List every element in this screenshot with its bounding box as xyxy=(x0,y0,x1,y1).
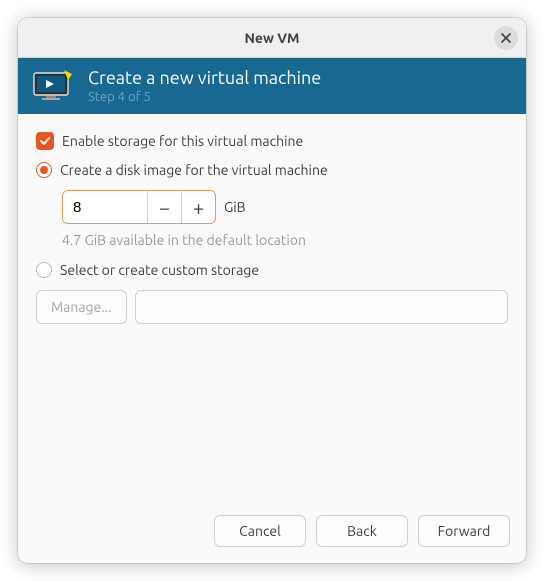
titlebar: New VM xyxy=(18,18,526,58)
check-icon xyxy=(39,135,51,147)
custom-storage-row[interactable]: Select or create custom storage xyxy=(36,262,508,278)
close-icon xyxy=(500,32,512,44)
custom-storage-label: Select or create custom storage xyxy=(60,262,259,278)
custom-storage-path-input[interactable] xyxy=(135,290,508,324)
window-title: New VM xyxy=(244,30,299,46)
increment-button[interactable]: + xyxy=(181,191,215,223)
enable-storage-checkbox[interactable] xyxy=(36,132,54,150)
back-button[interactable]: Back xyxy=(316,515,408,547)
enable-storage-label: Enable storage for this virtual machine xyxy=(62,133,303,149)
vm-monitor-icon xyxy=(32,70,76,102)
forward-button[interactable]: Forward xyxy=(418,515,510,547)
size-unit-label: GiB xyxy=(224,199,246,215)
cancel-button[interactable]: Cancel xyxy=(214,515,306,547)
dialog-window: New VM Create a new virtual machine Step… xyxy=(18,18,526,563)
wizard-header: Create a new virtual machine Step 4 of 5 xyxy=(18,58,526,114)
create-image-label: Create a disk image for the virtual mach… xyxy=(60,162,328,178)
wizard-content: Enable storage for this virtual machine … xyxy=(18,114,526,503)
wizard-step: Step 4 of 5 xyxy=(88,90,321,104)
enable-storage-row[interactable]: Enable storage for this virtual machine xyxy=(36,132,508,150)
custom-storage-radio[interactable] xyxy=(36,262,52,278)
wizard-footer: Cancel Back Forward xyxy=(18,503,526,563)
disk-size-input[interactable] xyxy=(63,191,147,223)
decrement-button[interactable]: − xyxy=(147,191,181,223)
available-space-hint: 4.7 GiB available in the default locatio… xyxy=(62,232,508,248)
manage-storage-button[interactable]: Manage... xyxy=(36,290,127,324)
create-image-radio[interactable] xyxy=(36,162,52,178)
disk-size-spinner[interactable]: − + xyxy=(62,190,216,224)
create-image-row[interactable]: Create a disk image for the virtual mach… xyxy=(36,162,508,178)
close-button[interactable] xyxy=(494,26,518,50)
wizard-title: Create a new virtual machine xyxy=(88,68,321,88)
